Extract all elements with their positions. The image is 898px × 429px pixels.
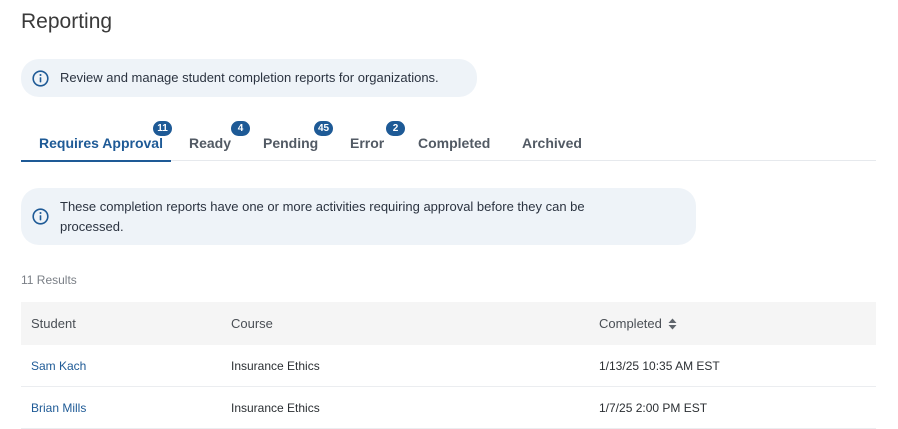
table-row: Brian Mills Insurance Ethics 1/7/25 2:00…: [21, 387, 876, 429]
table-row: Sam Kach Insurance Ethics 1/13/25 10:35 …: [21, 345, 876, 387]
intro-info-banner: Review and manage student completion rep…: [21, 59, 477, 97]
count-badge: 4: [231, 121, 250, 136]
tab-label: Archived: [522, 135, 582, 151]
completed-cell: 1/13/25 10:35 AM EST: [599, 358, 720, 373]
table-header: Student Course Completed: [21, 302, 876, 345]
report-tabs: Requires Approval 11 Ready 4 Pending 45 …: [21, 121, 876, 162]
sort-arrows-icon[interactable]: [668, 318, 677, 330]
student-link[interactable]: Brian Mills: [31, 401, 86, 415]
tab-label: Error: [350, 135, 385, 151]
tab-label: Ready: [189, 135, 232, 151]
tab-pending[interactable]: Pending 45: [263, 121, 335, 161]
tab-archived[interactable]: Archived: [522, 124, 582, 161]
info-circle-icon: [32, 208, 49, 225]
tab-info-banner: These completion reports have one or mor…: [21, 188, 696, 245]
results-count: 11 Results: [21, 273, 77, 287]
page-title: Reporting: [21, 10, 113, 33]
course-cell: Insurance Ethics: [231, 400, 320, 415]
course-cell: Insurance Ethics: [231, 358, 320, 373]
completed-cell: 1/7/25 2:00 PM EST: [599, 400, 708, 415]
column-header-course: Course: [231, 316, 273, 331]
tab-ready[interactable]: Ready 4: [189, 121, 250, 161]
column-header-student: Student: [31, 316, 76, 331]
count-badge: 2: [386, 121, 405, 136]
tab-label: Requires Approval: [39, 135, 163, 151]
tab-info-text: These completion reports have one or mor…: [60, 198, 585, 234]
active-tab-indicator: [21, 160, 171, 162]
tab-requires-approval[interactable]: Requires Approval 11: [21, 121, 172, 162]
tab-label: Pending: [263, 135, 319, 151]
tab-completed[interactable]: Completed: [418, 124, 490, 161]
count-badge: 45: [314, 121, 334, 136]
column-header-completed-label: Completed: [599, 316, 662, 331]
info-circle-icon: [32, 69, 49, 87]
tab-label: Completed: [418, 135, 491, 151]
intro-info-text: Review and manage student completion rep…: [60, 70, 439, 85]
column-header-completed[interactable]: Completed: [589, 316, 876, 331]
tab-error[interactable]: Error 2: [350, 121, 410, 161]
count-badge: 11: [153, 121, 172, 136]
reports-table: Student Course Completed Sam Kach Insura…: [21, 302, 876, 429]
student-link[interactable]: Sam Kach: [31, 359, 86, 373]
